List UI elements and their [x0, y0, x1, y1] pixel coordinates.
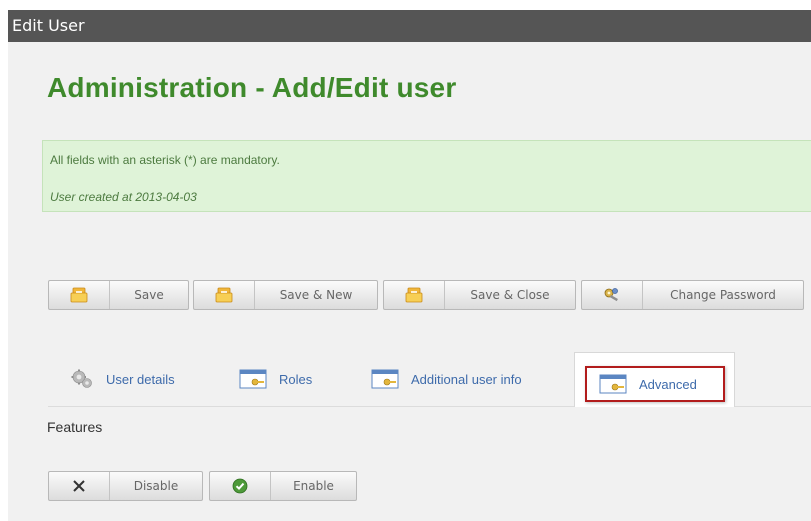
key-card-icon — [371, 369, 399, 389]
main-toolbar: Save Save & New Save & Close Change Pass… — [48, 280, 811, 312]
key-card-icon — [599, 374, 627, 394]
save-icon — [49, 281, 110, 309]
edit-user-window: Edit User Administration - Add/Edit user… — [8, 10, 811, 521]
features-toolbar: Disable Enable — [48, 471, 368, 503]
tab-advanced-label: Advanced — [639, 376, 697, 392]
tab-additional-user-info-label: Additional user info — [411, 371, 522, 387]
save-close-button[interactable]: Save & Close — [383, 280, 576, 310]
key-card-icon — [239, 369, 267, 389]
tab-roles[interactable]: Roles — [239, 360, 312, 398]
window-title: Edit User — [12, 16, 85, 35]
info-notice: All fields with an asterisk (*) are mand… — [42, 140, 811, 212]
save-new-label: Save & New — [279, 288, 353, 302]
keys-icon — [582, 281, 643, 309]
tab-advanced[interactable]: Advanced — [574, 352, 735, 407]
page-title: Administration - Add/Edit user — [47, 72, 457, 103]
save-close-icon — [384, 281, 445, 309]
disable-label: Disable — [133, 479, 179, 493]
change-password-button[interactable]: Change Password — [581, 280, 804, 310]
tab-roles-label: Roles — [279, 371, 313, 387]
created-notice: User created at 2013-04-03 — [50, 190, 197, 204]
tab-additional-user-info[interactable]: Additional user info — [371, 360, 522, 398]
enable-button[interactable]: Enable — [209, 471, 357, 501]
user-tabs: User details Roles Additional user info … — [48, 352, 811, 407]
enable-label: Enable — [293, 479, 334, 493]
tab-user-details[interactable]: User details — [70, 360, 175, 398]
gear-icon — [70, 367, 94, 391]
features-heading: Features — [47, 419, 103, 435]
change-password-label: Change Password — [670, 288, 776, 302]
save-new-button[interactable]: Save & New — [193, 280, 378, 310]
mandatory-notice: All fields with an asterisk (*) are mand… — [50, 153, 280, 167]
save-label: Save — [134, 288, 164, 302]
check-circle-icon — [210, 472, 271, 500]
disable-button[interactable]: Disable — [48, 471, 203, 501]
save-new-icon — [194, 281, 255, 309]
window-titlebar: Edit User — [8, 10, 811, 42]
tab-advanced-highlight: Advanced — [585, 366, 725, 402]
x-icon — [49, 472, 110, 500]
save-button[interactable]: Save — [48, 280, 189, 310]
tab-user-details-label: User details — [106, 371, 175, 387]
save-close-label: Save & Close — [470, 288, 550, 302]
